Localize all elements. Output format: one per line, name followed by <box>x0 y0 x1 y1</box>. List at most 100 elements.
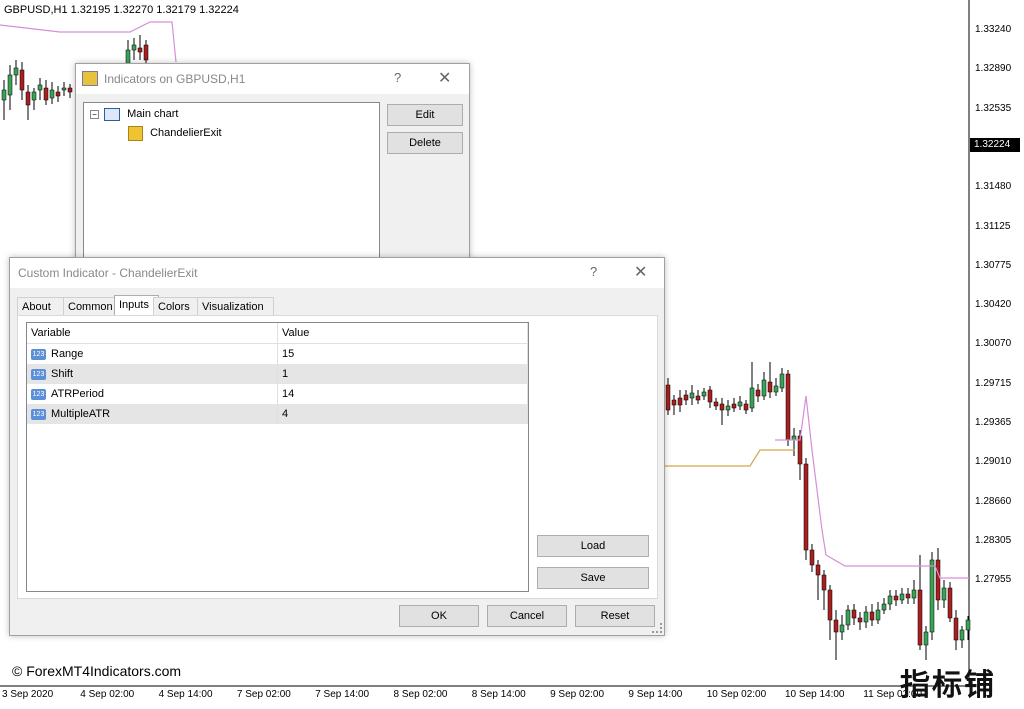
indicators-dialog-titlebar[interactable]: Indicators on GBPUSD,H1 ? ✕ <box>76 64 469 94</box>
indicators-dialog: Indicators on GBPUSD,H1 ? ✕ − Main chart… <box>75 63 470 270</box>
close-icon[interactable]: ✕ <box>634 262 647 282</box>
time-axis-label: 4 Sep 02:00 <box>80 689 135 700</box>
custom-dialog-titlebar[interactable]: Custom Indicator - ChandelierExit ? ✕ <box>10 258 664 288</box>
candle-body <box>13 67 19 76</box>
tab-common[interactable]: Common <box>63 297 120 316</box>
table-row[interactable]: 123 MultipleATR 4 <box>27 404 528 424</box>
tree-node-main-chart[interactable]: − Main chart <box>90 108 178 121</box>
integer-type-icon: 123 <box>31 348 46 360</box>
tab-about[interactable]: About <box>17 297 64 316</box>
chart-title: GBPUSD,H1 1.32195 1.32270 1.32179 1.3222… <box>4 4 239 16</box>
candle-body <box>905 593 911 599</box>
candle-body <box>893 595 899 601</box>
table-row[interactable]: 123 Shift 1 <box>27 364 528 384</box>
variable-value[interactable]: 1 <box>277 364 528 384</box>
inputs-table: Variable Value 123 Range 15 123 Shift 1 12… <box>26 322 529 592</box>
table-row[interactable]: 123 ATRPeriod 14 <box>27 384 528 404</box>
collapse-icon[interactable]: − <box>90 110 99 119</box>
candle-body <box>61 87 67 91</box>
candle-body <box>701 391 707 397</box>
tab-visualization[interactable]: Visualization <box>197 297 274 316</box>
candle-body <box>7 74 13 96</box>
price-axis-label: 1.27955 <box>975 574 1012 586</box>
candle-body <box>965 619 971 631</box>
time-axis-label: 10 Sep 02:00 <box>706 689 767 700</box>
price-axis-label: 1.31125 <box>975 220 1011 232</box>
candle-body <box>863 611 869 623</box>
resize-grip-icon[interactable] <box>652 623 662 633</box>
indicators-dialog-title: Indicators on GBPUSD,H1 <box>104 72 246 86</box>
candle-body <box>25 91 31 106</box>
chart-icon <box>104 108 121 121</box>
price-axis-label: 1.28305 <box>975 534 1012 546</box>
custom-indicator-icon <box>128 126 143 141</box>
ok-button[interactable]: OK <box>399 605 479 627</box>
column-value[interactable]: Value <box>277 323 528 344</box>
candle-body <box>131 44 137 51</box>
variable-value[interactable]: 15 <box>277 343 528 364</box>
candle-body <box>761 379 767 397</box>
integer-type-icon: 123 <box>31 408 46 420</box>
candle-body <box>767 381 773 393</box>
candle-body <box>19 69 25 91</box>
candle-body <box>929 559 935 633</box>
candle-body <box>827 589 833 621</box>
candle-body <box>959 629 965 641</box>
candle-body <box>839 624 845 633</box>
candle-body <box>67 87 73 93</box>
price-axis-label: 1.29715 <box>975 377 1012 389</box>
candle-body <box>923 631 929 646</box>
candle-body <box>749 387 755 409</box>
price-axis-label: 1.33240 <box>975 24 1012 35</box>
table-row[interactable]: 123 Range 15 <box>27 343 528 364</box>
candle-body <box>49 89 55 99</box>
help-icon[interactable]: ? <box>394 70 401 85</box>
price-axis-label: 1.29365 <box>975 417 1012 428</box>
variable-name: Shift <box>51 368 74 380</box>
candle-body <box>671 399 677 406</box>
candle-body <box>773 385 779 393</box>
candle-body <box>785 373 791 441</box>
candle-body <box>707 389 713 403</box>
indicators-tree: − Main chart ChandelierExit <box>83 102 380 264</box>
candle-body <box>37 84 43 91</box>
candle-body <box>935 559 941 601</box>
cancel-button[interactable]: Cancel <box>487 605 567 627</box>
candle-body <box>911 589 917 599</box>
variable-name: Range <box>51 348 84 360</box>
delete-button[interactable]: Delete <box>387 132 463 154</box>
close-icon[interactable]: ✕ <box>438 68 451 88</box>
integer-type-icon: 123 <box>31 388 46 400</box>
current-price-label: 1.32224 <box>970 138 1020 152</box>
column-variable[interactable]: Variable <box>27 323 278 344</box>
price-axis-label: 1.32535 <box>975 102 1012 114</box>
variable-value[interactable]: 4 <box>277 404 528 424</box>
time-axis-label: 10 Sep 14:00 <box>785 689 845 700</box>
help-icon[interactable]: ? <box>590 264 597 279</box>
time-axis-label: 8 Sep 02:00 <box>393 689 448 700</box>
candle-body <box>55 91 61 97</box>
tree-node-chandelier[interactable]: ChandelierExit <box>128 126 222 141</box>
reset-button[interactable]: Reset <box>575 605 655 627</box>
time-axis-label: 3 Sep 2020 <box>2 689 54 700</box>
variable-value[interactable]: 14 <box>277 384 528 404</box>
candle-body <box>683 394 689 401</box>
candle-body <box>137 47 143 53</box>
candle-body <box>43 87 49 101</box>
indicators-window-icon <box>82 71 98 86</box>
variable-name: ATRPeriod <box>51 388 104 400</box>
candle-body <box>719 403 725 411</box>
time-axis-label: 7 Sep 02:00 <box>236 689 291 700</box>
candle-body <box>809 549 815 566</box>
load-button[interactable]: Load <box>537 535 649 557</box>
corner-logo-text: 指标铺 <box>900 669 996 702</box>
candle-body <box>869 611 875 621</box>
edit-button[interactable]: Edit <box>387 104 463 126</box>
long-stop-line <box>0 21 177 63</box>
tab-colors[interactable]: Colors <box>153 297 198 316</box>
candle-body <box>821 574 827 591</box>
save-button[interactable]: Save <box>537 567 649 589</box>
integer-type-icon: 123 <box>31 368 46 380</box>
candle-body <box>677 397 683 406</box>
candle-body <box>833 619 839 633</box>
